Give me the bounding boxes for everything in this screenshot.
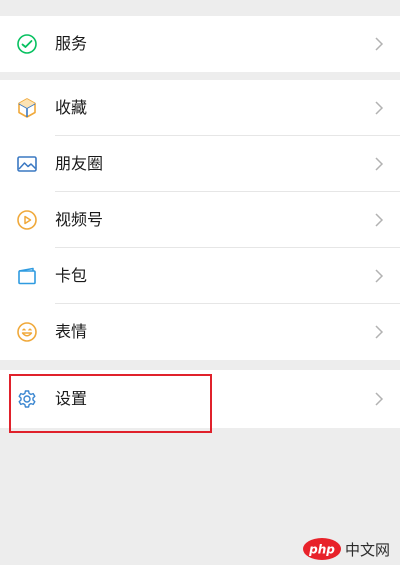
watermark: php 中文网 (302, 537, 390, 561)
wallet-icon (16, 265, 38, 287)
menu-item-channels[interactable]: 视频号 (0, 192, 400, 248)
settings-group: 设置 (0, 370, 400, 428)
menu-item-label: 设置 (55, 389, 88, 408)
svg-text:php: php (308, 543, 335, 557)
chevron-right-icon (374, 101, 384, 115)
menu-item-cards[interactable]: 卡包 (0, 248, 400, 304)
menu-item-favorites[interactable]: 收藏 (0, 80, 400, 136)
picture-icon (16, 153, 38, 175)
menu-item-settings[interactable]: 设置 (0, 370, 400, 428)
cube-icon (16, 97, 38, 119)
menu-item-moments[interactable]: 朋友圈 (0, 136, 400, 192)
chevron-right-icon (374, 392, 384, 406)
menu-item-label: 表情 (55, 322, 88, 341)
chevron-right-icon (374, 157, 384, 171)
service-check-icon (16, 33, 38, 55)
menu-item-service[interactable]: 服务 (0, 16, 400, 72)
services-group: 服务 (0, 16, 400, 72)
play-circle-icon (16, 209, 38, 231)
chevron-right-icon (374, 213, 384, 227)
menu-item-label: 收藏 (55, 98, 88, 117)
php-logo-icon: php (302, 538, 341, 560)
gear-icon (16, 388, 38, 410)
menu-item-label: 视频号 (55, 210, 104, 229)
menu-item-stickers[interactable]: 表情 (0, 304, 400, 360)
smiley-icon (16, 321, 38, 343)
menu-item-label: 朋友圈 (55, 154, 104, 173)
menu-item-label: 服务 (55, 34, 88, 53)
chevron-right-icon (374, 325, 384, 339)
chevron-right-icon (374, 269, 384, 283)
menu-item-label: 卡包 (55, 266, 88, 285)
content-group: 收藏 朋友圈 视频号 卡包 表情 (0, 80, 400, 360)
chevron-right-icon (374, 37, 384, 51)
watermark-text: 中文网 (344, 540, 390, 559)
